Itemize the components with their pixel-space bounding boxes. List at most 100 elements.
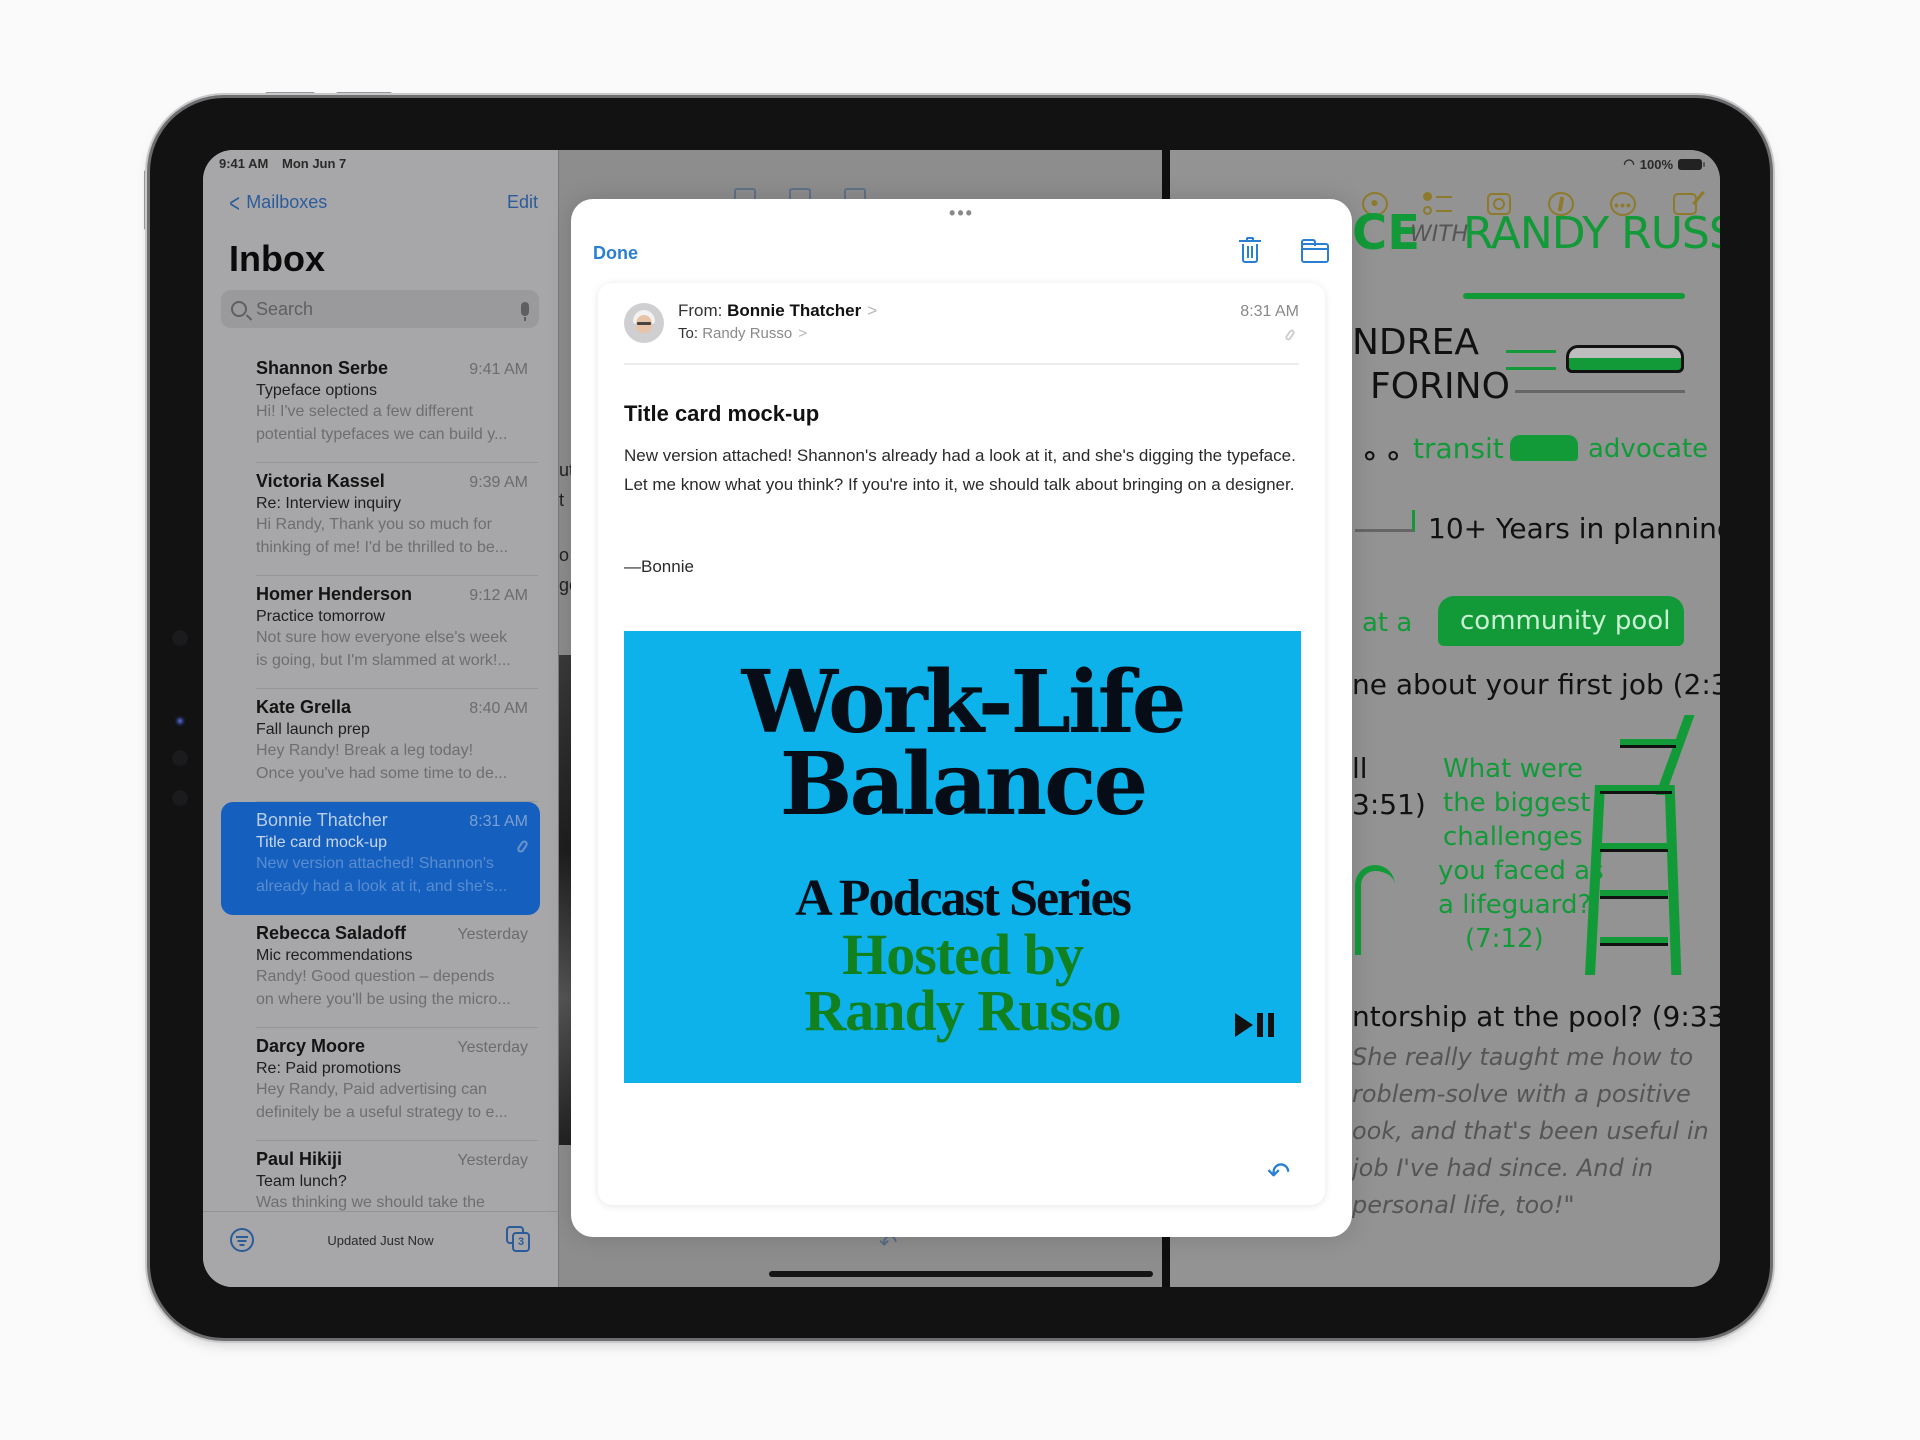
message-row[interactable]: Kate Grella 8:40 AM Fall launch prep Hey … [203, 689, 558, 802]
text-fragment: t [559, 490, 565, 510]
message-list: Shannon Serbe 9:41 AM Typeface options Hi… [203, 350, 558, 1254]
attachment-subtitle: A Podcast Series [795, 870, 1132, 927]
edit-button[interactable]: Edit [507, 192, 538, 213]
home-indicator[interactable] [769, 1271, 1153, 1277]
note-question: What were [1443, 754, 1583, 784]
lifeguard-chair-sketch [1585, 715, 1700, 975]
message-subject: Team lunch? [256, 1173, 347, 1190]
text-fragment: o [559, 545, 570, 565]
search-field[interactable]: Search [221, 290, 539, 328]
message-subject: Practice tomorrow [256, 608, 385, 625]
track-line [1515, 390, 1685, 393]
note-question: challenges [1443, 822, 1583, 852]
message-time: 9:12 AM [469, 587, 528, 604]
note-fragment: 3:51) [1352, 788, 1426, 821]
message-preview: Hey Randy, Paid advertising can [256, 1081, 487, 1098]
status-bar-left: 9:41 AM Mon Jun 7 [219, 156, 346, 171]
from-line[interactable]: From: Bonnie Thatcher > [678, 301, 877, 321]
message-row-selected[interactable]: Bonnie Thatcher 8:31 AM Title card mock-u… [221, 802, 540, 915]
to-name: Randy Russo [702, 325, 793, 342]
message-row[interactable]: Victoria Kassel 9:39 AM Re: Interview inq… [203, 463, 558, 576]
message-card: From: Bonnie Thatcher > To: Randy Russo > … [598, 283, 1325, 1205]
mail-sidebar: 9:41 AM Mon Jun 7 < Mailboxes Edit Inbox… [203, 150, 558, 1287]
chevron-right-icon: > [867, 301, 878, 320]
heading-underline [1463, 293, 1685, 299]
attachment-image[interactable]: Work-Life Balance A Podcast Series Hoste… [624, 631, 1301, 1083]
message-subject: Title card mock-up [256, 834, 387, 851]
message-time: 9:41 AM [469, 361, 528, 378]
note-fragment: ll [1352, 752, 1368, 785]
volume-button [265, 92, 315, 96]
inbox-title: Inbox [229, 238, 325, 279]
drafts-stack-icon[interactable]: 3 [506, 1226, 530, 1252]
note-quote: ook, and that's been useful in [1352, 1117, 1709, 1145]
done-button[interactable]: Done [593, 243, 638, 264]
message-time: 9:39 AM [469, 474, 528, 491]
note-heading-with: WITH [1410, 222, 1469, 247]
wifi-icon: ◠ [1623, 156, 1635, 171]
attachment-title-line-2: Balance [779, 734, 1148, 835]
message-sender: Homer Henderson [256, 584, 413, 604]
folder-icon[interactable] [1301, 239, 1329, 263]
message-row[interactable]: Darcy Moore Yesterday Re: Paid promotions… [203, 1028, 558, 1141]
ladder-sketch-small [1355, 865, 1395, 955]
message-header: From: Bonnie Thatcher > To: Randy Russo > … [624, 283, 1299, 365]
camera-sensor-icon [172, 790, 188, 806]
message-preview: already had a look at it, and she's... [256, 878, 508, 895]
search-placeholder: Search [256, 298, 314, 319]
message-signature: —Bonnie [624, 557, 694, 576]
note-at-a: at a [1362, 608, 1413, 638]
multitasking-handle[interactable]: ••• [571, 203, 1352, 224]
note-heading-name: RANDY RUSSO [1463, 208, 1720, 259]
checklist-icon[interactable] [1422, 190, 1452, 218]
trash-icon[interactable] [1239, 237, 1261, 263]
message-subject: Fall launch prep [256, 721, 370, 738]
note-question: you faced as [1438, 856, 1604, 886]
to-line[interactable]: To: Randy Russo > [678, 325, 807, 342]
message-row[interactable]: Rebecca Saladoff Yesterday Mic recommenda… [203, 915, 558, 1028]
to-label: To: [678, 325, 699, 342]
ipad-screen: 9:41 AM Mon Jun 7 < Mailboxes Edit Inbox… [203, 150, 1720, 1287]
attachment-host-line-2: Randy Russo [804, 978, 1121, 1043]
message-sender: Kate Grella [256, 697, 352, 717]
message-subject: Re: Paid promotions [256, 1060, 401, 1077]
map-lines [1355, 510, 1415, 532]
camera-lens-icon [174, 715, 186, 727]
message-time: 8:40 AM [469, 700, 528, 717]
message-sender: Paul Hikiji [256, 1149, 343, 1169]
chevron-right-icon: > [798, 325, 807, 342]
note-quote: She really taught me how to [1352, 1043, 1694, 1071]
message-time: Yesterday [457, 926, 528, 943]
note-guest-line-1: NDREA [1352, 322, 1480, 363]
message-sender: Darcy Moore [256, 1036, 366, 1056]
message-subject: Mic recommendations [256, 947, 413, 964]
attachment-host-line-1: Hosted by [842, 922, 1084, 987]
note-pool-label: community pool [1460, 606, 1671, 636]
sender-avatar[interactable] [624, 303, 664, 343]
reply-icon[interactable]: ↶ [1267, 1159, 1295, 1187]
car-sketch [1510, 435, 1578, 461]
message-preview: thinking of me! I'd be thrilled to be... [256, 539, 509, 556]
note-question: a lifeguard? [1438, 890, 1592, 920]
camera-sensor-icon [172, 750, 188, 766]
train-sketch [1566, 345, 1684, 373]
bicycle-icon: ⚬⚬ [1358, 441, 1405, 472]
battery-percent: 100% [1639, 156, 1673, 172]
message-preview: is going, but I'm slammed at work!... [256, 652, 511, 669]
message-preview: definitely be a useful strategy to e... [256, 1104, 508, 1121]
message-preview: on where you'll be using the micro... [256, 991, 511, 1008]
note-years: 10+ Years in planning [1428, 512, 1720, 545]
microphone-icon[interactable] [521, 302, 529, 321]
note-guest-line-2: FORINO [1370, 366, 1510, 407]
message-row[interactable]: Homer Henderson 9:12 AM Practice tomorrow… [203, 576, 558, 689]
status-time: 9:41 AM [219, 156, 269, 171]
message-body: New version attached! Shannon's already … [624, 446, 1296, 494]
note-first-job: ne about your first job (2:34) [1352, 668, 1720, 701]
search-icon [231, 301, 247, 317]
message-preview: Hi Randy, Thank you so much for [256, 516, 492, 533]
top-button [144, 170, 149, 230]
message-row[interactable]: Shannon Serbe 9:41 AM Typeface options Hi… [203, 350, 558, 463]
mailboxes-back-button[interactable]: < Mailboxes [227, 190, 327, 216]
message-preview: potential typefaces we can build y... [256, 426, 508, 443]
message-preview: New version attached! Shannon's [256, 855, 494, 872]
